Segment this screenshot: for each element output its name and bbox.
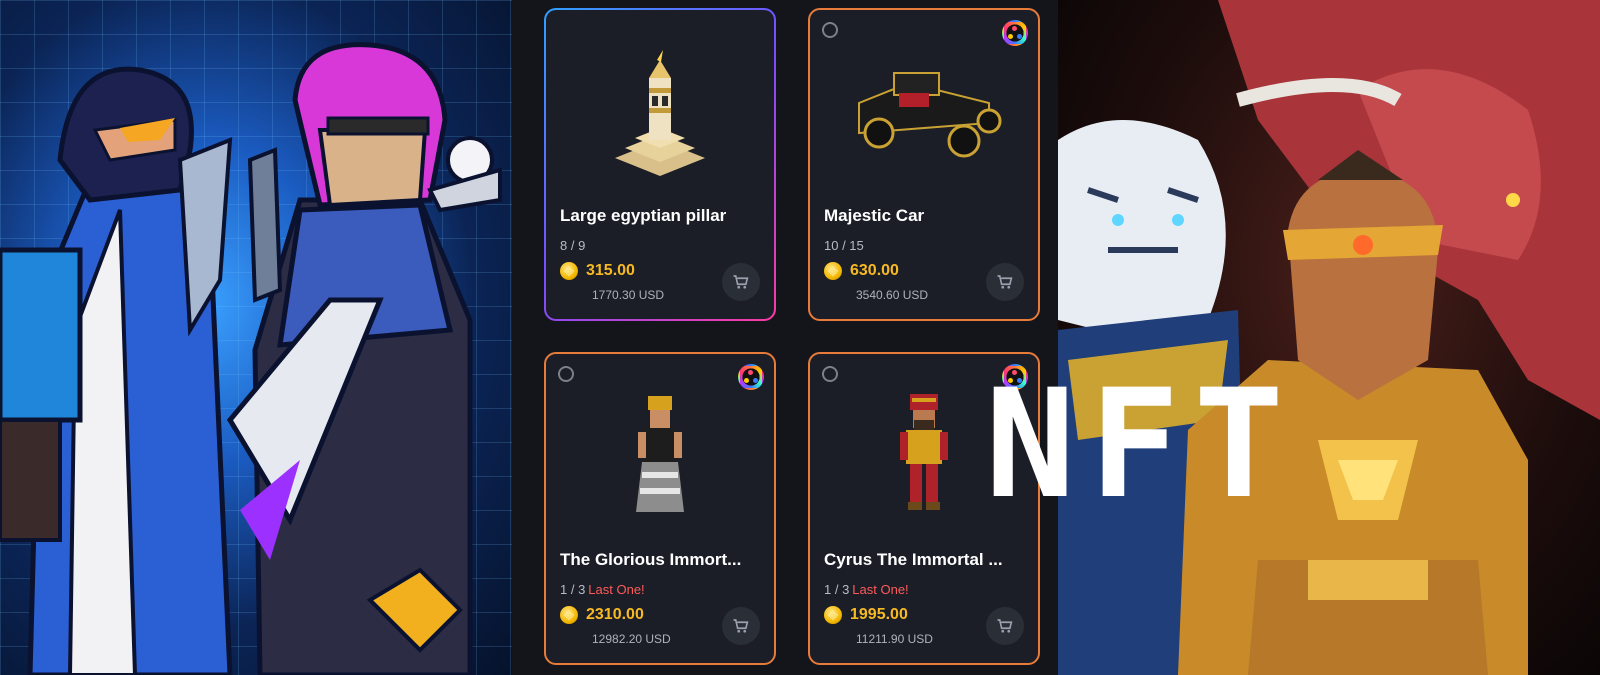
item-usd-price: 11211.90 USD bbox=[856, 632, 933, 646]
hero-characters-illustration bbox=[0, 42, 502, 675]
item-stock: 1 / 3 Last One! bbox=[560, 582, 645, 597]
nft-marketplace-grid: Large egyptian pillar 8 / 9 315.00 1770.… bbox=[512, 0, 1058, 675]
item-stock: 1 / 3 Last One! bbox=[824, 582, 909, 597]
item-title[interactable]: Large egyptian pillar bbox=[560, 206, 770, 226]
cart-icon bbox=[733, 275, 749, 289]
add-to-cart-button[interactable] bbox=[722, 263, 760, 301]
item-card[interactable]: Majestic Car 10 / 15 630.00 3540.60 USD bbox=[808, 8, 1040, 321]
cart-icon bbox=[733, 619, 749, 633]
left-hero-art bbox=[0, 0, 512, 675]
item-price: 315.00 bbox=[560, 262, 635, 280]
cart-icon bbox=[997, 619, 1013, 633]
network-icon bbox=[822, 22, 838, 38]
network-icon bbox=[822, 366, 838, 382]
add-to-cart-button[interactable] bbox=[986, 607, 1024, 645]
item-usd-price: 12982.20 USD bbox=[592, 632, 671, 646]
add-to-cart-button[interactable] bbox=[722, 607, 760, 645]
item-title[interactable]: Majestic Car bbox=[824, 206, 1034, 226]
coin-icon bbox=[824, 606, 842, 624]
item-price: 630.00 bbox=[824, 262, 899, 280]
item-title[interactable]: Cyrus The Immortal ... bbox=[824, 550, 1034, 570]
coin-icon bbox=[560, 262, 578, 280]
item-price: 2310.00 bbox=[560, 606, 644, 624]
item-usd-price: 1770.30 USD bbox=[592, 288, 665, 302]
right-hero-art bbox=[1058, 0, 1600, 675]
add-to-cart-button[interactable] bbox=[986, 263, 1024, 301]
item-title[interactable]: The Glorious Immort... bbox=[560, 550, 770, 570]
item-thumbnail-immortal-figure bbox=[546, 382, 774, 532]
coin-icon bbox=[560, 606, 578, 624]
network-icon bbox=[558, 366, 574, 382]
item-usd-price: 3540.60 USD bbox=[856, 288, 929, 302]
warrior-characters-illustration bbox=[1058, 0, 1600, 675]
item-stock: 10 / 15 bbox=[824, 238, 864, 253]
item-price: 1995.00 bbox=[824, 606, 908, 624]
item-card[interactable]: The Glorious Immort... 1 / 3 Last One! 23… bbox=[544, 352, 776, 665]
cart-icon bbox=[997, 275, 1013, 289]
item-thumbnail-car bbox=[810, 38, 1038, 188]
coin-icon bbox=[824, 262, 842, 280]
nft-overlay-text: NFT bbox=[985, 358, 1298, 532]
item-stock: 8 / 9 bbox=[560, 238, 586, 253]
item-card[interactable]: Large egyptian pillar 8 / 9 315.00 1770.… bbox=[544, 8, 776, 321]
item-thumbnail-pillar bbox=[546, 38, 774, 188]
